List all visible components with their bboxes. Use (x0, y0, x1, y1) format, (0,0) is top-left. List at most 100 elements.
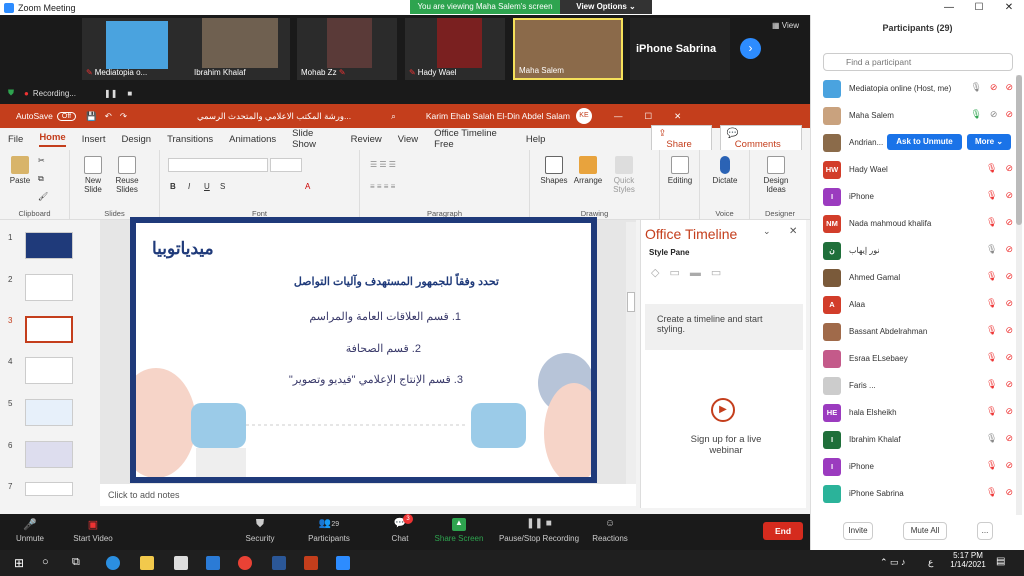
slide-thumbnail[interactable] (25, 274, 73, 301)
mail-icon[interactable] (206, 556, 220, 570)
participants-scrollbar[interactable] (1016, 75, 1022, 515)
new-slide-button[interactable]: New Slide (76, 156, 110, 194)
participant-row[interactable]: Esraa ELsebaey 🎙 ⊘ (823, 345, 1013, 372)
participant-row[interactable]: I Ibrahim Khalaf 🎙 ⊘ (823, 426, 1013, 453)
tab-transitions[interactable]: Transitions (167, 134, 213, 145)
participant-row[interactable]: HW Hady Wael 🎙 ⊘ (823, 156, 1013, 183)
participant-row[interactable]: ن نور إيهاب 🎙 ⊘ (823, 237, 1013, 264)
shapes-button[interactable]: Shapes (536, 156, 572, 185)
chrome-icon[interactable] (238, 556, 252, 570)
participant-row[interactable]: A Alaa 🎙 ⊘ (823, 291, 1013, 318)
font-size-select[interactable] (270, 158, 302, 172)
powerpoint-icon[interactable] (304, 556, 318, 570)
participant-row[interactable]: NM Nada mahmoud khalifa 🎙 ⊘ (823, 210, 1013, 237)
tab-slide-show[interactable]: Slide Show (292, 128, 334, 150)
participant-row[interactable]: Maha Salem 🎙 ⊘ ⊘ (823, 102, 1013, 129)
task-view-icon[interactable]: ⧉ (72, 556, 86, 570)
participant-row[interactable]: Ahmed Gamal 🎙 ⊘ (823, 264, 1013, 291)
video-tile[interactable]: ✎ Hady Wael (405, 18, 505, 80)
start-video-button[interactable]: ▣ Start Video (70, 518, 116, 543)
video-tile[interactable]: Mohab Zz ✎ (297, 18, 397, 80)
security-button[interactable]: ⛊ Security (242, 518, 278, 543)
shadow-button[interactable]: S (220, 182, 225, 191)
italic-button[interactable]: I (188, 182, 190, 191)
comments-button[interactable]: 💬 Comments (719, 125, 802, 153)
play-icon[interactable]: ▶ (711, 398, 735, 422)
user-avatar[interactable]: KE (575, 108, 592, 124)
participant-row[interactable]: iPhone Sabrina 🎙 ⊘ (823, 480, 1013, 507)
clock[interactable]: 5:17 PM 1/14/2021 (948, 551, 988, 569)
format-painter-icon[interactable]: 🖌 (38, 192, 48, 201)
bold-button[interactable]: B (170, 182, 176, 191)
unmute-button[interactable]: 🎤 Unmute (10, 518, 50, 543)
share-screen-button[interactable]: ▲ Share Screen (434, 518, 484, 543)
reuse-slides-button[interactable]: Reuse Slides (110, 156, 144, 194)
style-icons[interactable]: ◇▭▬▭ (651, 266, 731, 279)
tab-office-timeline[interactable]: Office Timeline Free (434, 128, 510, 150)
paste-button[interactable]: Paste (6, 156, 34, 185)
zoom-icon[interactable] (336, 556, 350, 570)
tab-design[interactable]: Design (121, 134, 151, 145)
canvas-scrollbar[interactable] (626, 222, 636, 492)
ask-to-unmute-button[interactable]: Ask to Unmute (887, 134, 962, 150)
current-slide[interactable]: ميدياتوبيا تحدد وفقاً للجمهور المستهدف و… (130, 217, 597, 483)
copy-icon[interactable]: ⧉ (38, 174, 44, 184)
tab-home[interactable]: Home (39, 132, 66, 147)
video-tile[interactable]: Ibrahim Khalaf (190, 18, 290, 80)
undo-icon[interactable]: ↶ (105, 111, 112, 122)
design-ideas-button[interactable]: Design Ideas (756, 156, 796, 194)
windows-start-icon[interactable]: ⊞ (14, 556, 28, 570)
participant-row[interactable]: IiPhone 🎙 ⊘ (823, 183, 1013, 210)
more-options-button[interactable]: ... (977, 522, 993, 540)
participant-row[interactable]: IiPhone 🎙 ⊘ (823, 453, 1013, 480)
bullets-icon[interactable]: ☰ ☰ ☰ (370, 160, 396, 169)
close-icon[interactable]: ✕ (994, 0, 1024, 15)
participant-row[interactable]: Faris ... 🎙 ⊘ (823, 372, 1013, 399)
input-language[interactable]: ع (928, 557, 933, 568)
more-button[interactable]: More ⌄ (967, 134, 1011, 150)
video-tile[interactable]: ✎ Mediatopia o... (82, 18, 192, 80)
align-icon[interactable]: ≡ ≡ ≡ ≡ (370, 182, 395, 191)
close-icon[interactable]: ✕ (789, 226, 797, 237)
mute-all-button[interactable]: Mute All (903, 522, 947, 540)
cut-icon[interactable]: ✂ (38, 156, 45, 165)
view-button[interactable]: ▦ View (772, 21, 799, 30)
slide-thumbnail[interactable] (25, 357, 73, 384)
close-icon[interactable]: ✕ (674, 111, 681, 122)
arrange-button[interactable]: Arrange (570, 156, 606, 185)
edge-icon[interactable] (106, 556, 120, 570)
notifications-icon[interactable]: ▤ (996, 556, 1005, 567)
participant-row[interactable]: Mediatopia online (Host, me) 🎙 ⊘ ⊘ (823, 75, 1013, 102)
redo-icon[interactable]: ↷ (120, 111, 127, 122)
system-tray-icons[interactable]: ⌃ ▭ ♪ (880, 557, 906, 568)
tab-help[interactable]: Help (526, 134, 546, 145)
participant-row[interactable]: HE hala Elsheikh 🎙 ⊘ (823, 399, 1013, 426)
font-name-select[interactable] (168, 158, 268, 172)
tab-file[interactable]: File (8, 134, 23, 145)
tab-review[interactable]: Review (351, 134, 382, 145)
maximize-icon[interactable]: ☐ (644, 111, 652, 122)
participant-row[interactable]: Bassant Abdelrahman 🎙 ⊘ (823, 318, 1013, 345)
word-icon[interactable] (272, 556, 286, 570)
video-tile-active[interactable]: Maha Salem (513, 18, 623, 80)
slide-thumbnail-selected[interactable] (25, 316, 73, 343)
tab-insert[interactable]: Insert (82, 134, 106, 145)
search-icon[interactable]: ○ (42, 556, 56, 570)
font-color-icon[interactable]: A (305, 182, 310, 191)
file-explorer-icon[interactable] (140, 556, 154, 570)
pause-icon[interactable]: ❚❚ (104, 89, 117, 98)
share-button[interactable]: ⇪ Share (651, 125, 712, 153)
next-videos-arrow-icon[interactable]: › (740, 38, 761, 59)
store-icon[interactable] (174, 556, 188, 570)
minimize-icon[interactable]: — (934, 0, 964, 15)
slide-thumbnail[interactable] (25, 232, 73, 259)
view-options-button[interactable]: View Options ⌄ (560, 0, 652, 14)
minimize-icon[interactable]: — (614, 111, 623, 121)
editing-button[interactable]: Editing (664, 156, 696, 185)
end-meeting-button[interactable]: End (763, 522, 803, 540)
invite-button[interactable]: Invite (843, 522, 873, 540)
slide-thumbnail[interactable] (25, 441, 73, 468)
slide-thumbnail[interactable] (25, 482, 73, 496)
scrollbar-thumb[interactable] (627, 292, 635, 312)
maximize-icon[interactable]: ☐ (964, 0, 994, 15)
